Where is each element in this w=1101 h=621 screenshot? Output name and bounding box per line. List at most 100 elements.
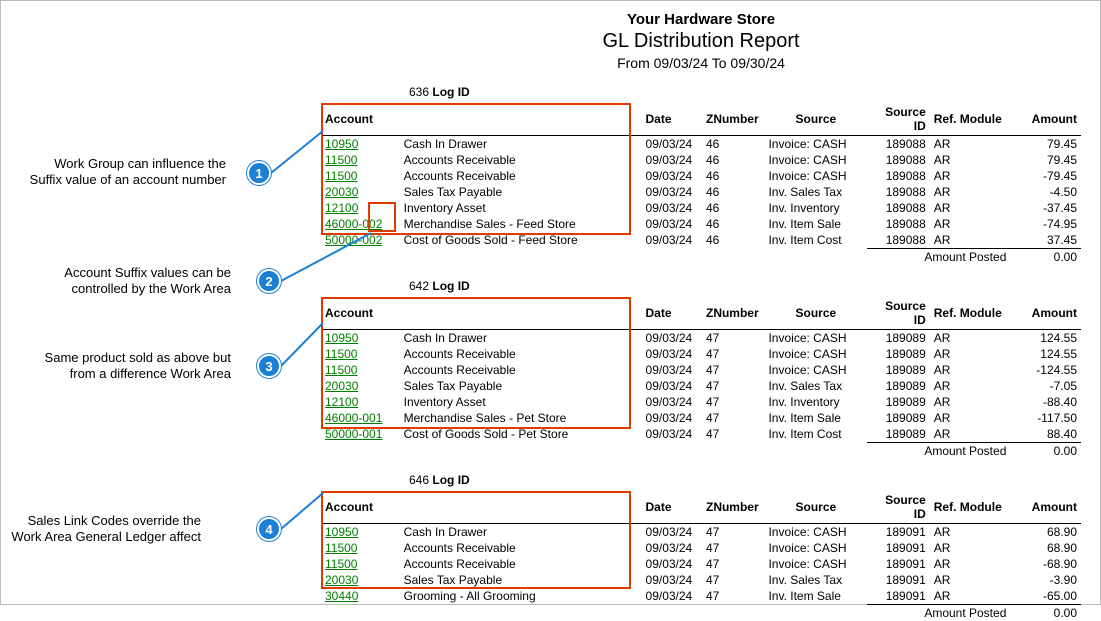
col-header: Amount: [1010, 491, 1081, 524]
col-header: ZNumber: [702, 491, 764, 524]
account-link[interactable]: 20030: [325, 379, 358, 393]
cell-sid: 189091: [867, 540, 929, 556]
amount-posted-value: 0.00: [1010, 249, 1081, 266]
cell-ref: AR: [930, 524, 1011, 541]
account-link[interactable]: 11500: [325, 363, 357, 377]
table-row: 10950Cash In Drawer09/03/2447Invoice: CA…: [321, 524, 1081, 541]
cell-sid: 189089: [867, 330, 929, 347]
table-row: 11500Accounts Receivable09/03/2446Invoic…: [321, 168, 1081, 184]
callout-1-text: Work Group can influence the Suffix valu…: [26, 156, 226, 189]
account-link[interactable]: 10950: [325, 331, 358, 345]
log-id-header: 646 Log ID: [409, 473, 1081, 487]
report-page: Your Hardware Store GL Distribution Repo…: [0, 0, 1101, 605]
cell-desc: Inventory Asset: [400, 200, 642, 216]
cell-desc: Accounts Receivable: [400, 540, 642, 556]
table-wrap: AccountDateZNumberSourceSource IDRef. Mo…: [321, 103, 1081, 265]
cell-source: Invoice: CASH: [764, 136, 867, 153]
account-link[interactable]: 20030: [325, 185, 358, 199]
cell-ref: AR: [930, 588, 1011, 605]
account-link[interactable]: 46000-001: [325, 411, 382, 425]
cell-date: 09/03/24: [642, 426, 702, 443]
account-link[interactable]: 10950: [325, 137, 358, 151]
callout-4-text: Sales Link Codes override the Work Area …: [1, 513, 201, 546]
cell-source: Inv. Item Sale: [764, 410, 867, 426]
table-row: 46000-001Merchandise Sales - Pet Store09…: [321, 410, 1081, 426]
cell-desc: Accounts Receivable: [400, 152, 642, 168]
account-link[interactable]: 50000-002: [325, 233, 382, 247]
cell-z: 47: [702, 346, 764, 362]
table-row: 11500Accounts Receivable09/03/2446Invoic…: [321, 152, 1081, 168]
cell-source: Inv. Item Cost: [764, 426, 867, 443]
account-link[interactable]: 11500: [325, 169, 357, 183]
col-header: Source: [764, 491, 867, 524]
account-link[interactable]: 30440: [325, 589, 358, 603]
account-link[interactable]: 11500: [325, 347, 357, 361]
cell-amt: -7.05: [1010, 378, 1081, 394]
account-link[interactable]: 11500: [325, 153, 357, 167]
col-header: ZNumber: [702, 297, 764, 330]
cell-desc: Accounts Receivable: [400, 556, 642, 572]
account-link[interactable]: 50000-001: [325, 427, 382, 441]
cell-z: 47: [702, 540, 764, 556]
table-row: 30440Grooming - All Grooming09/03/2447In…: [321, 588, 1081, 605]
cell-date: 09/03/24: [642, 362, 702, 378]
account-link[interactable]: 10950: [325, 525, 358, 539]
cell-date: 09/03/24: [642, 588, 702, 605]
col-header: Date: [642, 103, 702, 136]
cell-ref: AR: [930, 330, 1011, 347]
col-header: Source ID: [867, 491, 929, 524]
cell-sid: 189091: [867, 524, 929, 541]
cell-ref: AR: [930, 572, 1011, 588]
account-link[interactable]: 20030: [325, 573, 358, 587]
log-id-header: 636 Log ID: [409, 85, 1081, 99]
cell-z: 47: [702, 378, 764, 394]
cell-source: Invoice: CASH: [764, 556, 867, 572]
cell-desc: Inventory Asset: [400, 394, 642, 410]
account-link[interactable]: 12100: [325, 201, 358, 215]
gl-table: AccountDateZNumberSourceSource IDRef. Mo…: [321, 103, 1081, 265]
cell-ref: AR: [930, 200, 1011, 216]
col-header: Account: [321, 491, 400, 524]
account-link[interactable]: 46000-002: [325, 217, 382, 231]
cell-source: Invoice: CASH: [764, 524, 867, 541]
cell-amt: 88.40: [1010, 426, 1081, 443]
cell-date: 09/03/24: [642, 184, 702, 200]
cell-z: 46: [702, 184, 764, 200]
callout-4-badge: 4: [257, 517, 281, 541]
cell-date: 09/03/24: [642, 572, 702, 588]
table-row: 20030Sales Tax Payable09/03/2447Inv. Sal…: [321, 572, 1081, 588]
cell-ref: AR: [930, 556, 1011, 572]
cell-amt: 68.90: [1010, 540, 1081, 556]
cell-amt: -88.40: [1010, 394, 1081, 410]
cell-ref: AR: [930, 394, 1011, 410]
cell-sid: 189089: [867, 426, 929, 443]
cell-z: 47: [702, 410, 764, 426]
col-header: Date: [642, 491, 702, 524]
account-link[interactable]: 12100: [325, 395, 358, 409]
cell-z: 46: [702, 152, 764, 168]
cell-date: 09/03/24: [642, 216, 702, 232]
cell-amt: -65.00: [1010, 588, 1081, 605]
cell-date: 09/03/24: [642, 410, 702, 426]
cell-desc: Accounts Receivable: [400, 362, 642, 378]
cell-date: 09/03/24: [642, 168, 702, 184]
account-link[interactable]: 11500: [325, 541, 357, 555]
callout-3-text: Same product sold as above but from a di…: [31, 350, 231, 383]
table-row: 11500Accounts Receivable09/03/2447Invoic…: [321, 362, 1081, 378]
callout-1-badge: 1: [247, 161, 271, 185]
cell-sid: 189088: [867, 216, 929, 232]
account-link[interactable]: 11500: [325, 557, 357, 571]
cell-desc: Sales Tax Payable: [400, 572, 642, 588]
cell-desc: Cost of Goods Sold - Feed Store: [400, 232, 642, 249]
cell-z: 47: [702, 330, 764, 347]
cell-date: 09/03/24: [642, 346, 702, 362]
cell-amt: 124.55: [1010, 346, 1081, 362]
cell-date: 09/03/24: [642, 556, 702, 572]
cell-desc: Cash In Drawer: [400, 524, 642, 541]
cell-ref: AR: [930, 168, 1011, 184]
amount-posted-value: 0.00: [1010, 443, 1081, 460]
cell-source: Inv. Item Sale: [764, 588, 867, 605]
table-row: 10950Cash In Drawer09/03/2446Invoice: CA…: [321, 136, 1081, 153]
cell-sid: 189089: [867, 362, 929, 378]
cell-source: Invoice: CASH: [764, 346, 867, 362]
